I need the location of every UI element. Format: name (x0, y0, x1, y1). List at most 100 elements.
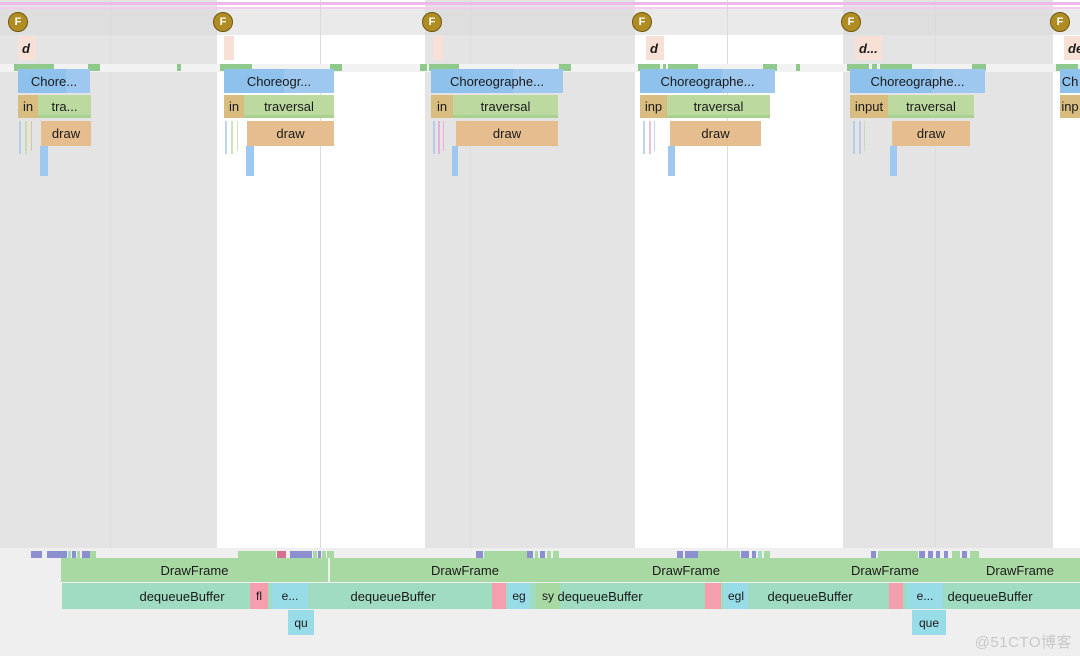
doframe-slice-1[interactable]: d (18, 36, 36, 60)
marker-tick-23 (677, 551, 683, 558)
marker-tick-1 (31, 551, 42, 558)
choreographer-label-1: Chore... (30, 73, 78, 89)
choreographer-slice-1[interactable]: Chore... (18, 69, 90, 93)
thread-tick-2-3 (237, 121, 238, 151)
frame-marker-2[interactable]: F (213, 12, 233, 32)
marker-tick-12 (318, 551, 321, 558)
bottom-small-slice-7[interactable] (705, 583, 721, 609)
marker-tick-38 (970, 551, 979, 558)
marker-tick-10 (290, 551, 312, 558)
doframe-slice-3[interactable] (433, 36, 443, 60)
traversal-underline-1 (38, 115, 91, 118)
dequeuebuffer-slice-2[interactable]: dequeueBuffer (273, 583, 513, 609)
input-slice-4[interactable]: inp (640, 95, 667, 118)
choreographer-slice-6[interactable]: Ch (1060, 69, 1080, 93)
frame-marker-3[interactable]: F (422, 12, 442, 32)
drawframe-label-4: DrawFrame (851, 562, 919, 578)
marker-tick-8 (238, 551, 276, 558)
bottom-small-slice-2[interactable]: e... (272, 583, 308, 609)
bottom-small-slice-10[interactable]: e... (907, 583, 943, 609)
marker-tick-18 (527, 551, 533, 558)
draw-slice-4[interactable]: draw (670, 121, 761, 146)
thread-tick-4-3 (654, 121, 655, 151)
draw-marker-bar-2[interactable] (246, 146, 254, 176)
thread-tick-3-3 (443, 121, 444, 151)
doframe-slice-4[interactable]: d (646, 36, 664, 60)
marker-tick-5 (77, 551, 80, 558)
marker-tick-19 (535, 551, 538, 558)
drawframe-slice-1[interactable]: DrawFrame (61, 558, 328, 582)
marker-tick-28 (758, 551, 762, 558)
choreographer-label-3: Choreographe... (450, 73, 544, 89)
marker-tick-31 (878, 551, 918, 558)
marker-tick-14 (327, 551, 334, 558)
dequeuebuffer-label-3: dequeueBuffer (557, 588, 643, 604)
marker-tick-6 (82, 551, 90, 558)
trace-timeline-viewer[interactable]: FFFFFF d Chore... in tra... draw Choreogr... i… (0, 0, 1080, 656)
doframe-slice-5[interactable]: d... (855, 36, 882, 60)
draw-slice-2[interactable]: draw (247, 121, 334, 146)
marker-tick-4 (72, 551, 76, 558)
doframe-slice-6[interactable]: de (1064, 36, 1080, 60)
choreographer-slice-2[interactable]: Choreogr... (224, 69, 334, 93)
draw-marker-bar-4[interactable] (668, 146, 675, 176)
async-bar-1-3[interactable] (177, 64, 181, 71)
frame-marker-6[interactable]: F (1050, 12, 1070, 32)
marker-tick-37 (962, 551, 967, 558)
dequeuebuffer-label-4: dequeueBuffer (767, 588, 853, 604)
draw-slice-5[interactable]: draw (892, 121, 970, 146)
bottom-small-slice-6[interactable]: sy (536, 583, 560, 609)
top-rule (0, 2, 1080, 5)
input-slice-5[interactable]: input (850, 95, 888, 118)
choreographer-slice-3[interactable]: Choreographe... (431, 69, 563, 93)
thread-tick-2-1 (225, 121, 227, 154)
marker-tick-20 (540, 551, 545, 558)
marker-tick-35 (944, 551, 948, 558)
choreographer-label-4: Choreographe... (660, 73, 755, 89)
async-bar-3-1[interactable] (421, 64, 427, 71)
thread-tick-3-2 (438, 121, 440, 154)
thread-tick-5-1 (853, 121, 855, 154)
frame-marker-1[interactable]: F (8, 12, 28, 32)
frame-marker-5[interactable]: F (841, 12, 861, 32)
choreographer-label-5: Choreographe... (870, 73, 965, 89)
thread-tick-5-3 (864, 121, 865, 151)
draw-slice-3[interactable]: draw (456, 121, 558, 146)
drawframe-label-5: DrawFrame (986, 562, 1054, 578)
drawframe-slice-5[interactable]: DrawFrame (960, 558, 1080, 582)
bottom-small-slice-9[interactable] (889, 583, 903, 609)
doframe-slice-2[interactable] (224, 36, 234, 60)
async-bar-4-5[interactable] (796, 64, 800, 71)
marker-tick-11 (313, 551, 317, 558)
bottom-small-slice-1[interactable]: fl (250, 583, 268, 609)
drawframe-label-2: DrawFrame (431, 562, 499, 578)
draw-marker-bar-5[interactable] (890, 146, 897, 176)
thread-tick-4-1 (643, 121, 645, 154)
choreographer-slice-5[interactable]: Choreographe... (850, 69, 985, 93)
marker-tick-21 (547, 551, 551, 558)
thread-tick-1-2 (25, 121, 27, 154)
draw-marker-bar-1[interactable] (40, 146, 48, 176)
traversal-underline-3 (453, 115, 558, 118)
bottom-small-slice-11[interactable]: que (912, 610, 946, 635)
bottom-small-slice-8[interactable]: egl (724, 583, 748, 609)
marker-tick-9 (277, 551, 286, 558)
input-slice-1[interactable]: in (18, 95, 38, 118)
marker-tick-26 (741, 551, 749, 558)
choreographer-label-2: Choreogr... (246, 73, 312, 89)
thread-tick-1-1 (19, 121, 21, 154)
input-slice-3[interactable]: in (431, 95, 453, 118)
bottom-small-slice-5[interactable]: eg (508, 583, 530, 609)
marker-tick-15 (476, 551, 483, 558)
dequeuebuffer-label-1: dequeueBuffer (139, 588, 225, 604)
bottom-small-slice-3[interactable]: qu (288, 610, 314, 635)
draw-slice-1[interactable]: draw (41, 121, 91, 146)
frame-marker-4[interactable]: F (632, 12, 652, 32)
marker-tick-30 (871, 551, 876, 558)
draw-marker-bar-3[interactable] (452, 146, 458, 176)
input-slice-6[interactable]: inp (1060, 95, 1080, 118)
choreographer-slice-4[interactable]: Choreographe... (640, 69, 775, 93)
marker-tick-36 (952, 551, 960, 558)
input-slice-2[interactable]: in (224, 95, 244, 118)
bottom-small-slice-4[interactable] (492, 583, 506, 609)
